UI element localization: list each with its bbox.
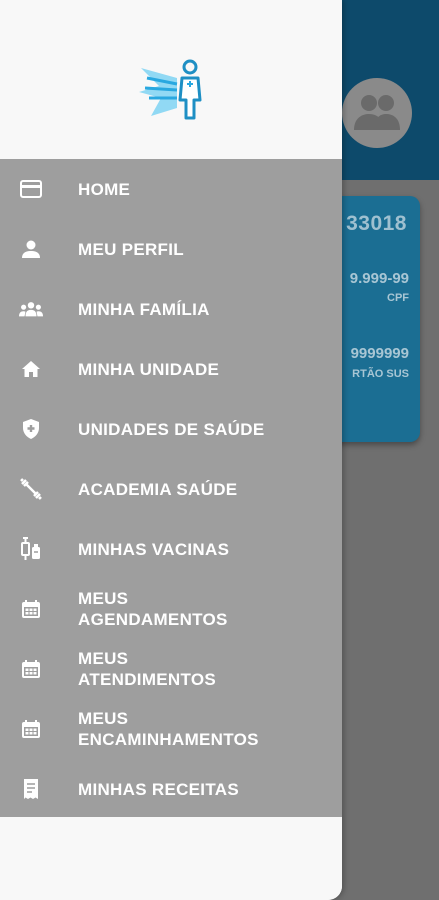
menu-label: MINHAS VACINAS — [78, 539, 230, 559]
menu-item-meu-perfil[interactable]: MEU PERFIL — [0, 219, 342, 279]
menu-item-minha-familia[interactable]: MINHA FAMÍLIA — [0, 279, 342, 339]
shield-plus-icon — [19, 417, 43, 441]
menu-label: UNIDADES DE SAÚDE — [78, 419, 265, 439]
home-icon — [19, 357, 43, 381]
menu-item-meus-atendimentos[interactable]: MEUS ATENDIMENTOS — [0, 639, 342, 699]
cpf-label: CPF — [387, 292, 409, 304]
drawer-footer — [0, 817, 342, 900]
drawer-menu: HOME MEU PERFIL MINHA FAMÍLIA MINHA UNID… — [0, 159, 342, 817]
menu-label: MINHA UNIDADE — [78, 359, 220, 379]
menu-item-unidades-de-saude[interactable]: UNIDADES DE SAÚDE — [0, 399, 342, 459]
menu-label: MEUS AGENDAMENTOS — [78, 589, 228, 629]
vaccine-icon — [19, 537, 43, 561]
menu-item-home[interactable]: HOME — [0, 159, 342, 219]
menu-item-meus-agendamentos[interactable]: MEUS AGENDAMENTOS — [0, 579, 342, 639]
menu-item-meus-encaminhamentos[interactable]: MEUS ENCAMINHAMENTOS — [0, 699, 342, 759]
calendar-icon — [19, 657, 43, 681]
navigation-drawer: HOME MEU PERFIL MINHA FAMÍLIA MINHA UNID… — [0, 0, 342, 900]
sus-value: 9999999 — [350, 345, 409, 362]
menu-item-minha-unidade[interactable]: MINHA UNIDADE — [0, 339, 342, 399]
menu-label: MEU PERFIL — [78, 239, 184, 259]
menu-item-minhas-receitas[interactable]: MINHAS RECEITAS — [0, 759, 342, 819]
family-icon — [19, 297, 43, 321]
person-icon — [19, 237, 43, 261]
calendar-icon — [19, 717, 43, 741]
menu-item-academia-saude[interactable]: ACADEMIA SAÚDE — [0, 459, 342, 519]
drawer-header — [0, 0, 342, 159]
receipt-icon — [19, 777, 43, 801]
menu-label: MEUS ENCAMINHAMENTOS — [78, 709, 259, 749]
menu-label: MINHAS RECEITAS — [78, 779, 239, 799]
menu-label: MEUS ATENDIMENTOS — [78, 649, 217, 689]
app-logo-icon — [139, 59, 202, 120]
card-id: 33018 — [346, 212, 407, 235]
credit-card-icon — [19, 177, 43, 201]
group-icon — [354, 95, 400, 130]
menu-item-minhas-vacinas[interactable]: MINHAS VACINAS — [0, 519, 342, 579]
calendar-icon — [19, 597, 43, 621]
cpf-value: 9.999-99 — [349, 270, 409, 287]
menu-label: HOME — [78, 179, 131, 199]
menu-label: ACADEMIA SAÚDE — [78, 479, 238, 499]
sus-label: RTÃO SUS — [352, 368, 409, 380]
dumbbell-icon — [19, 477, 43, 501]
menu-label: MINHA FAMÍLIA — [78, 299, 210, 319]
avatar[interactable] — [342, 78, 412, 148]
